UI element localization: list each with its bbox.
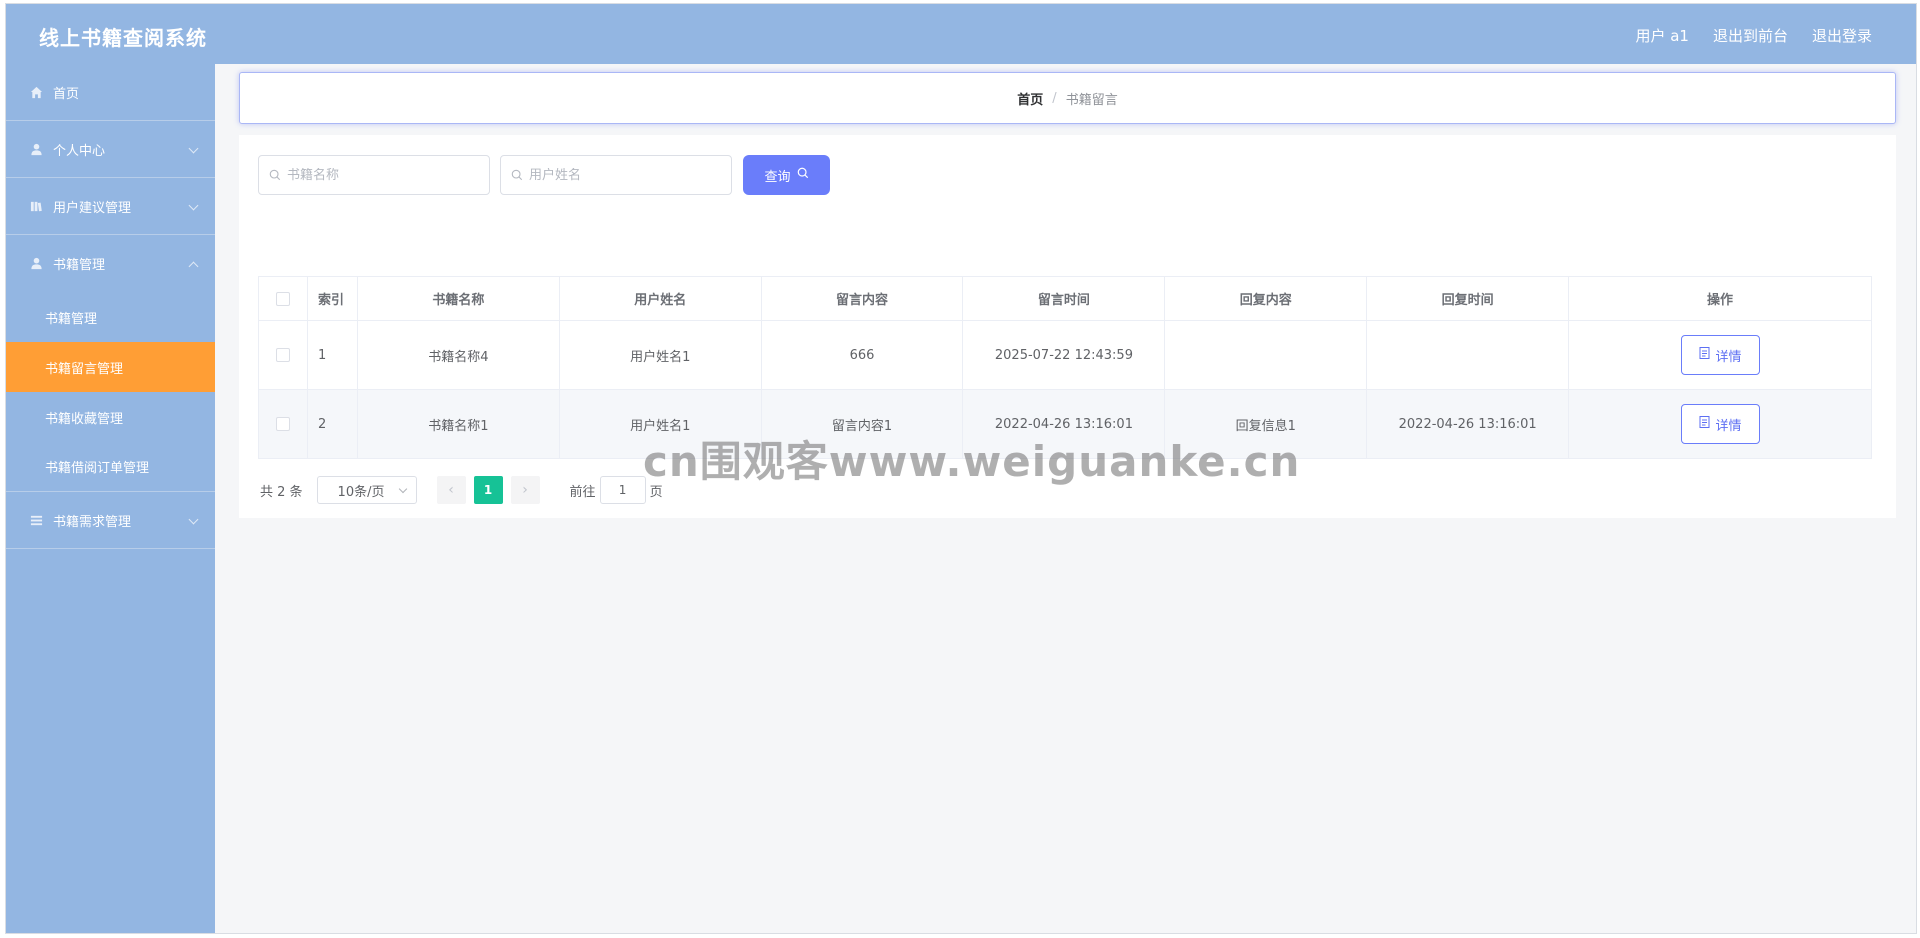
total-count: 共 2 条 (260, 484, 303, 500)
sidebar-item-book-management[interactable]: 书籍管理 (6, 235, 215, 292)
submenu-item-label: 书籍管理 (45, 311, 98, 327)
column-header-reply: 回复内容 (1164, 276, 1368, 321)
chevron-right-icon: › (522, 482, 528, 498)
user-icon (29, 257, 43, 271)
cell-book: 书籍名称4 (357, 320, 560, 390)
goto-page-input[interactable] (599, 476, 646, 504)
cell-book: 书籍名称1 (357, 389, 560, 459)
cell-content: 666 (761, 320, 964, 390)
submenu-item-label: 书籍留言管理 (45, 361, 124, 377)
user-name-search[interactable] (500, 155, 732, 195)
chevron-down-icon (188, 200, 199, 211)
sidebar-item-personal-center[interactable]: 个人中心 (6, 121, 215, 178)
column-header-user: 用户姓名 (559, 276, 762, 321)
chevron-down-icon (398, 484, 407, 494)
breadcrumb-home[interactable]: 首页 (1017, 89, 1043, 108)
home-icon (29, 85, 43, 99)
current-user-link[interactable]: 用户 a1 (1635, 25, 1689, 46)
sidebar-item-label: 个人中心 (53, 143, 106, 159)
prev-page-button[interactable]: ‹ (436, 476, 466, 504)
search-icon (511, 166, 523, 185)
header-links: 用户 a1 退出到前台 退出登录 (1635, 25, 1872, 46)
chevron-down-icon (188, 143, 199, 154)
logout-link[interactable]: 退出登录 (1812, 25, 1872, 46)
breadcrumb-separator: / (1052, 90, 1057, 106)
query-button-label: 查询 (764, 169, 791, 185)
breadcrumb-current: 书籍留言 (1065, 92, 1118, 108)
submenu-item-borrow-orders[interactable]: 书籍借阅订单管理 (6, 442, 215, 492)
row-select-cell (258, 320, 308, 390)
select-all-checkbox[interactable] (275, 291, 290, 306)
book-management-submenu: 书籍管理 书籍留言管理 书籍收藏管理 书籍借阅订单管理 (6, 292, 215, 492)
query-button[interactable]: 查询 (743, 155, 830, 195)
top-header: 线上书籍查阅系统 用户 a1 退出到前台 退出登录 (6, 4, 1916, 64)
book-name-input[interactable] (287, 167, 477, 183)
page-size-select[interactable]: 10条/页 (316, 476, 417, 504)
column-header-book: 书籍名称 (357, 276, 560, 321)
book-name-search[interactable] (258, 155, 490, 195)
detail-button[interactable]: 详情 (1680, 335, 1760, 375)
sidebar-item-user-suggestions[interactable]: 用户建议管理 (6, 178, 215, 235)
column-header-reply-time: 回复时间 (1366, 276, 1570, 321)
chevron-left-icon: ‹ (448, 482, 454, 498)
user-name-input[interactable] (529, 167, 719, 183)
chevron-down-icon (188, 514, 199, 525)
book-icon (29, 199, 43, 213)
breadcrumb: 首页 / 书籍留言 (239, 72, 1896, 124)
sidebar-item-label: 首页 (53, 86, 80, 102)
document-icon (1699, 347, 1710, 363)
page-size-value: 10条/页 (337, 484, 385, 500)
document-icon (1699, 416, 1710, 432)
submenu-item-book-favorites[interactable]: 书籍收藏管理 (6, 392, 215, 442)
row-select-cell (258, 389, 308, 459)
cell-user: 用户姓名1 (559, 320, 762, 390)
cell-time: 2025-07-22 12:43:59 (962, 320, 1166, 390)
cell-reply-time (1366, 320, 1570, 390)
user-icon (29, 142, 43, 156)
table-header-row: 索引 书籍名称 用户姓名 留言内容 留言时间 回复内容 回复时间 操作 (258, 276, 1872, 321)
row-checkbox[interactable] (275, 348, 290, 362)
search-icon (797, 167, 809, 183)
cell-reply (1164, 320, 1368, 390)
select-all-cell (258, 276, 308, 321)
watermark: cn围观客www.weiguanke.cn (643, 437, 1301, 486)
column-header-time: 留言时间 (962, 276, 1166, 321)
detail-button[interactable]: 详情 (1680, 404, 1760, 444)
cell-index: 2 (307, 389, 358, 459)
app-title: 线上书籍查阅系统 (39, 26, 207, 50)
sidebar-item-label: 书籍管理 (53, 258, 106, 273)
row-checkbox[interactable] (275, 417, 290, 431)
column-header-action: 操作 (1568, 276, 1872, 321)
cell-action: 详情 (1568, 320, 1872, 390)
sidebar-item-label: 书籍需求管理 (53, 514, 132, 530)
chevron-up-icon (188, 261, 199, 272)
list-icon (29, 513, 43, 527)
page-number-button[interactable]: 1 (473, 476, 503, 504)
table-row: 1 书籍名称4 用户姓名1 666 2025-07-22 12:43:59 详情 (258, 320, 1872, 390)
cell-action: 详情 (1568, 389, 1872, 459)
sidebar-item-home[interactable]: 首页 (6, 64, 215, 121)
submenu-item-label: 书籍借阅订单管理 (45, 461, 150, 476)
goto-label: 前往 (569, 484, 596, 500)
column-header-content: 留言内容 (761, 276, 964, 321)
exit-to-frontend-link[interactable]: 退出到前台 (1713, 25, 1788, 46)
submenu-item-label: 书籍收藏管理 (45, 411, 124, 427)
cell-index: 1 (307, 320, 358, 390)
sidebar-item-label: 用户建议管理 (53, 200, 132, 216)
sidebar-item-book-requests[interactable]: 书籍需求管理 (6, 492, 215, 549)
sidebar: 首页 个人中心 用户建议管理 书籍管理 书籍管理 书籍留言管理 书籍收藏管理 书… (6, 64, 215, 933)
column-header-index: 索引 (307, 276, 358, 321)
pagination: 共 2 条 10条/页 ‹ 1 › 前往 页 (260, 476, 663, 504)
submenu-item-book-comments[interactable]: 书籍留言管理 (6, 342, 215, 392)
cell-reply-time: 2022-04-26 13:16:01 (1366, 389, 1570, 459)
detail-button-label: 详情 (1715, 349, 1742, 365)
app-frame: 线上书籍查阅系统 用户 a1 退出到前台 退出登录 首页 个人中心 用户建议管理 (5, 3, 1917, 934)
search-icon (269, 166, 281, 185)
next-page-button[interactable]: › (510, 476, 540, 504)
detail-button-label: 详情 (1715, 418, 1742, 434)
submenu-item-books[interactable]: 书籍管理 (6, 292, 215, 342)
